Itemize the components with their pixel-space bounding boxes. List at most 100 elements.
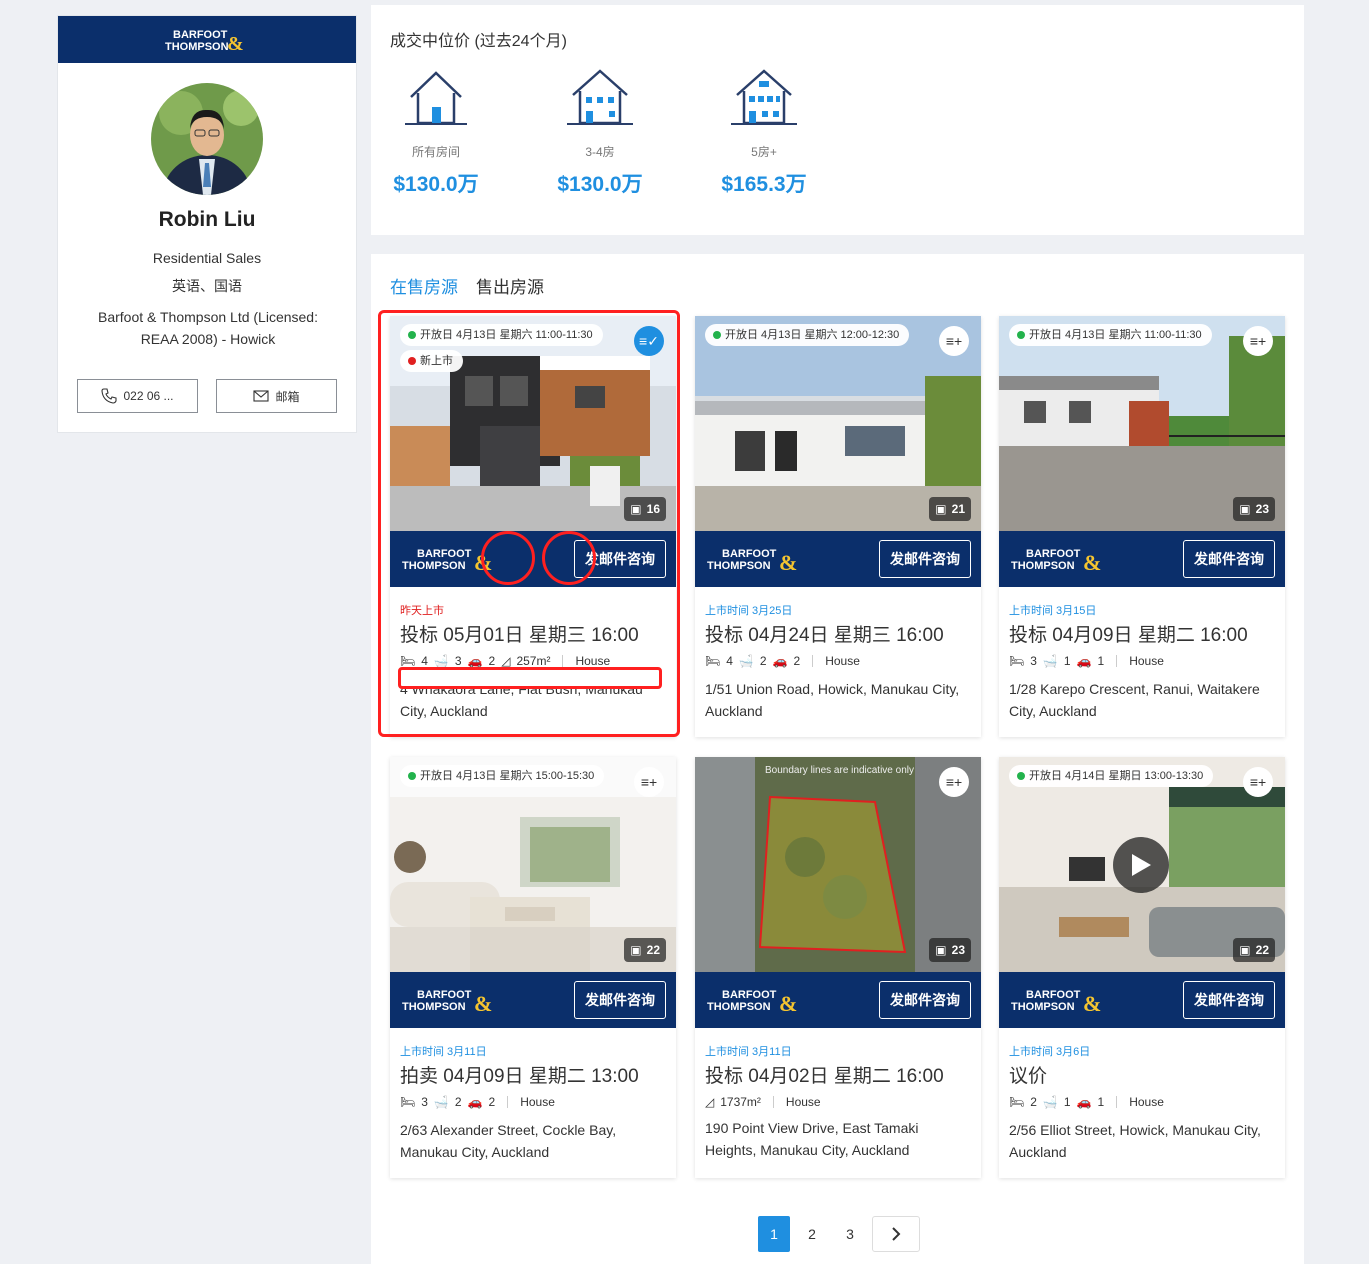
photo-count[interactable]: ▣ 16 — [624, 497, 666, 521]
email-enquiry-button[interactable]: 发邮件咨询 — [879, 540, 971, 578]
svg-text:&: & — [1083, 550, 1101, 573]
phone-icon — [101, 388, 118, 404]
photo-count[interactable]: ▣ 23 — [1233, 497, 1275, 521]
email-agent-button[interactable]: 邮箱 — [216, 379, 337, 413]
median-stat-label: 5房+ — [751, 145, 777, 159]
listing-photo[interactable]: Boundary lines are indicative only ≡+ ▣ 2… — [695, 757, 981, 972]
listing-address[interactable]: 2/63 Alexander Street, Cockle Bay, Manuk… — [400, 1119, 668, 1163]
add-to-list-icon[interactable]: ≡+ — [939, 767, 969, 797]
add-to-list-icon[interactable]: ≡+ — [1243, 767, 1273, 797]
next-page-button[interactable] — [872, 1216, 920, 1252]
listing-photo[interactable]: 开放日 4月13日 星期六 12:00-12:30 ≡+ ▣ 21 — [695, 316, 981, 531]
median-price-panel: 成交中位价 (过去24个月) 所有房间 $130.0万 3-4房 $130.0万… — [371, 5, 1304, 235]
listing-address[interactable]: 1/51 Union Road, Howick, Manukau City, A… — [705, 678, 973, 722]
agent-brand-header: BARFOOT THOMPSON & — [58, 16, 356, 63]
add-to-list-icon[interactable]: ≡+ — [939, 326, 969, 356]
email-enquiry-button[interactable]: 发邮件咨询 — [574, 540, 666, 578]
median-stat-label: 所有房间 — [411, 145, 460, 159]
svg-text:BARFOOT: BARFOOT — [417, 989, 472, 1001]
listing-photo[interactable]: 开放日 4月13日 星期六 11:00-11:30 新上市 ≡✓ ▣ 16 — [390, 316, 676, 531]
svg-text:THOMPSON: THOMPSON — [1011, 560, 1075, 572]
garage-icon: 🚗 — [1076, 1095, 1092, 1109]
photo-count[interactable]: ▣ 22 — [624, 938, 666, 962]
listing-address[interactable]: 2/56 Elliot Street, Howick, Manukau City… — [1009, 1119, 1277, 1163]
page-3-button[interactable]: 3 — [834, 1216, 866, 1252]
page-2-button[interactable]: 2 — [796, 1216, 828, 1252]
add-to-list-icon[interactable]: ≡+ — [1243, 326, 1273, 356]
listing-address[interactable]: 190 Point View Drive, East Tamaki Height… — [705, 1117, 973, 1161]
play-video-icon[interactable] — [1113, 837, 1169, 893]
svg-text:THOMPSON: THOMPSON — [707, 560, 771, 572]
open-home-badge: 开放日 4月13日 星期六 11:00-11:30 — [1009, 324, 1212, 346]
sale-method: 投标 04月09日 星期二 16:00 — [1009, 625, 1248, 646]
svg-text:&: & — [474, 991, 492, 1014]
listing-status: 上市时间 3月25日 — [705, 605, 793, 617]
sale-method: 投标 04月24日 星期三 16:00 — [705, 625, 944, 646]
barfoot-logo: BARFOOTTHOMPSON & — [1011, 548, 1101, 573]
listing-address[interactable]: 4 Whakaora Lane, Flat Bush, Manukau City… — [400, 678, 668, 722]
svg-text:&: & — [779, 550, 797, 573]
email-enquiry-button[interactable]: 发邮件咨询 — [1183, 540, 1275, 578]
bed-icon: 🛏 — [400, 1095, 416, 1109]
photo-count[interactable]: ▣ 22 — [1233, 938, 1275, 962]
svg-text:THOMPSON: THOMPSON — [165, 41, 229, 53]
listing-photo[interactable]: 开放日 4月13日 星期六 15:00-15:30 ≡+ ▣ 22 — [390, 757, 676, 972]
tab-sold[interactable]: 售出房源 — [476, 273, 544, 298]
listing-card[interactable]: 开放日 4月13日 星期六 15:00-15:30 ≡+ ▣ 22 BARFOOT… — [390, 757, 676, 1178]
median-stat-all: 所有房间 $130.0万 — [381, 67, 491, 198]
listing-features: 🛏 2 🛁 1 🚗 1 House — [1009, 1095, 1164, 1109]
svg-text:&: & — [779, 991, 797, 1014]
svg-text:BARFOOT: BARFOOT — [417, 548, 472, 560]
garage-icon: 🚗 — [772, 654, 788, 668]
svg-text:&: & — [474, 550, 492, 573]
listing-photo[interactable]: 开放日 4月13日 星期六 11:00-11:30 ≡+ ▣ 23 — [999, 316, 1285, 531]
listing-photo[interactable]: 开放日 4月14日 星期日 13:00-13:30 ≡+ ▣ 22 — [999, 757, 1285, 972]
house-large-icon — [731, 69, 797, 125]
tab-for-sale[interactable]: 在售房源 — [390, 273, 458, 298]
median-stat-value: $130.0万 — [393, 173, 479, 196]
photo-count[interactable]: ▣ 21 — [929, 497, 971, 521]
page-1-button[interactable]: 1 — [758, 1216, 790, 1252]
add-to-list-icon[interactable]: ≡+ — [634, 767, 664, 797]
email-enquiry-button[interactable]: 发邮件咨询 — [1183, 981, 1275, 1019]
bed-icon: 🛏 — [400, 654, 416, 668]
median-stat-3-4: 3-4房 $130.0万 — [545, 67, 655, 198]
listing-brand-bar: BARFOOT THOMPSON & 发邮件咨询 — [390, 972, 676, 1028]
call-agent-button[interactable]: 022 06 ... — [77, 379, 198, 413]
listing-brand-bar: BARFOOT THOMPSON & 发邮件咨询 — [999, 531, 1285, 587]
email-enquiry-button[interactable]: 发邮件咨询 — [879, 981, 971, 1019]
agent-avatar — [151, 83, 263, 195]
new-listing-badge: 新上市 — [400, 350, 463, 372]
median-stat-value: $130.0万 — [557, 173, 643, 196]
median-stat-5plus: 5房+ $165.3万 — [709, 67, 819, 198]
agent-card: BARFOOT THOMPSON & Robin Liu Residential… — [57, 15, 357, 433]
listing-card[interactable]: 开放日 4月13日 星期六 11:00-11:30 ≡+ ▣ 23 BARFOOT… — [999, 316, 1285, 737]
listing-card[interactable]: 开放日 4月13日 星期六 11:00-11:30 新上市 ≡✓ ▣ 16 BAR… — [390, 316, 676, 737]
agent-name: Robin Liu — [158, 208, 256, 231]
listing-brand-bar: BARFOOT THOMPSON & 发邮件咨询 — [695, 972, 981, 1028]
open-home-badge: 开放日 4月13日 星期六 12:00-12:30 — [705, 324, 910, 346]
listing-brand-bar: BARFOOT THOMPSON & 发邮件咨询 — [695, 531, 981, 587]
svg-text:THOMPSON: THOMPSON — [402, 1001, 466, 1013]
gallery-icon: ▣ — [1239, 502, 1251, 516]
garage-icon: 🚗 — [467, 654, 483, 668]
listing-address[interactable]: 1/28 Karepo Crescent, Ranui, Waitakere C… — [1009, 678, 1277, 722]
photo-count[interactable]: ▣ 23 — [929, 938, 971, 962]
sale-method: 投标 05月01日 星期三 16:00 — [400, 625, 639, 646]
barfoot-logo: BARFOOTTHOMPSON & — [402, 548, 492, 573]
listing-card[interactable]: 开放日 4月14日 星期日 13:00-13:30 ≡+ ▣ 22 BARFOOT… — [999, 757, 1285, 1178]
email-enquiry-button[interactable]: 发邮件咨询 — [574, 981, 666, 1019]
sale-method: 投标 04月02日 星期二 16:00 — [705, 1066, 944, 1087]
bed-icon: 🛏 — [1009, 654, 1025, 668]
barfoot-logo: BARFOOTTHOMPSON & — [1011, 989, 1101, 1014]
svg-text:&: & — [1083, 991, 1101, 1014]
chevron-right-icon — [892, 1227, 901, 1241]
listing-features: 🛏 3 🛁 1 🚗 1 House — [1009, 654, 1164, 668]
bath-icon: 🛁 — [1042, 654, 1058, 668]
area-icon: ◿ — [705, 1095, 715, 1109]
listing-card[interactable]: 开放日 4月13日 星期六 12:00-12:30 ≡+ ▣ 21 BARFOOT… — [695, 316, 981, 737]
listing-features: 🛏 4 🛁 3 🚗 2 ◿ 257m² House — [400, 654, 611, 668]
saved-icon[interactable]: ≡✓ — [634, 326, 664, 356]
open-home-badge: 开放日 4月14日 星期日 13:00-13:30 — [1009, 765, 1214, 787]
listing-card[interactable]: Boundary lines are indicative only ≡+ ▣ 2… — [695, 757, 981, 1178]
